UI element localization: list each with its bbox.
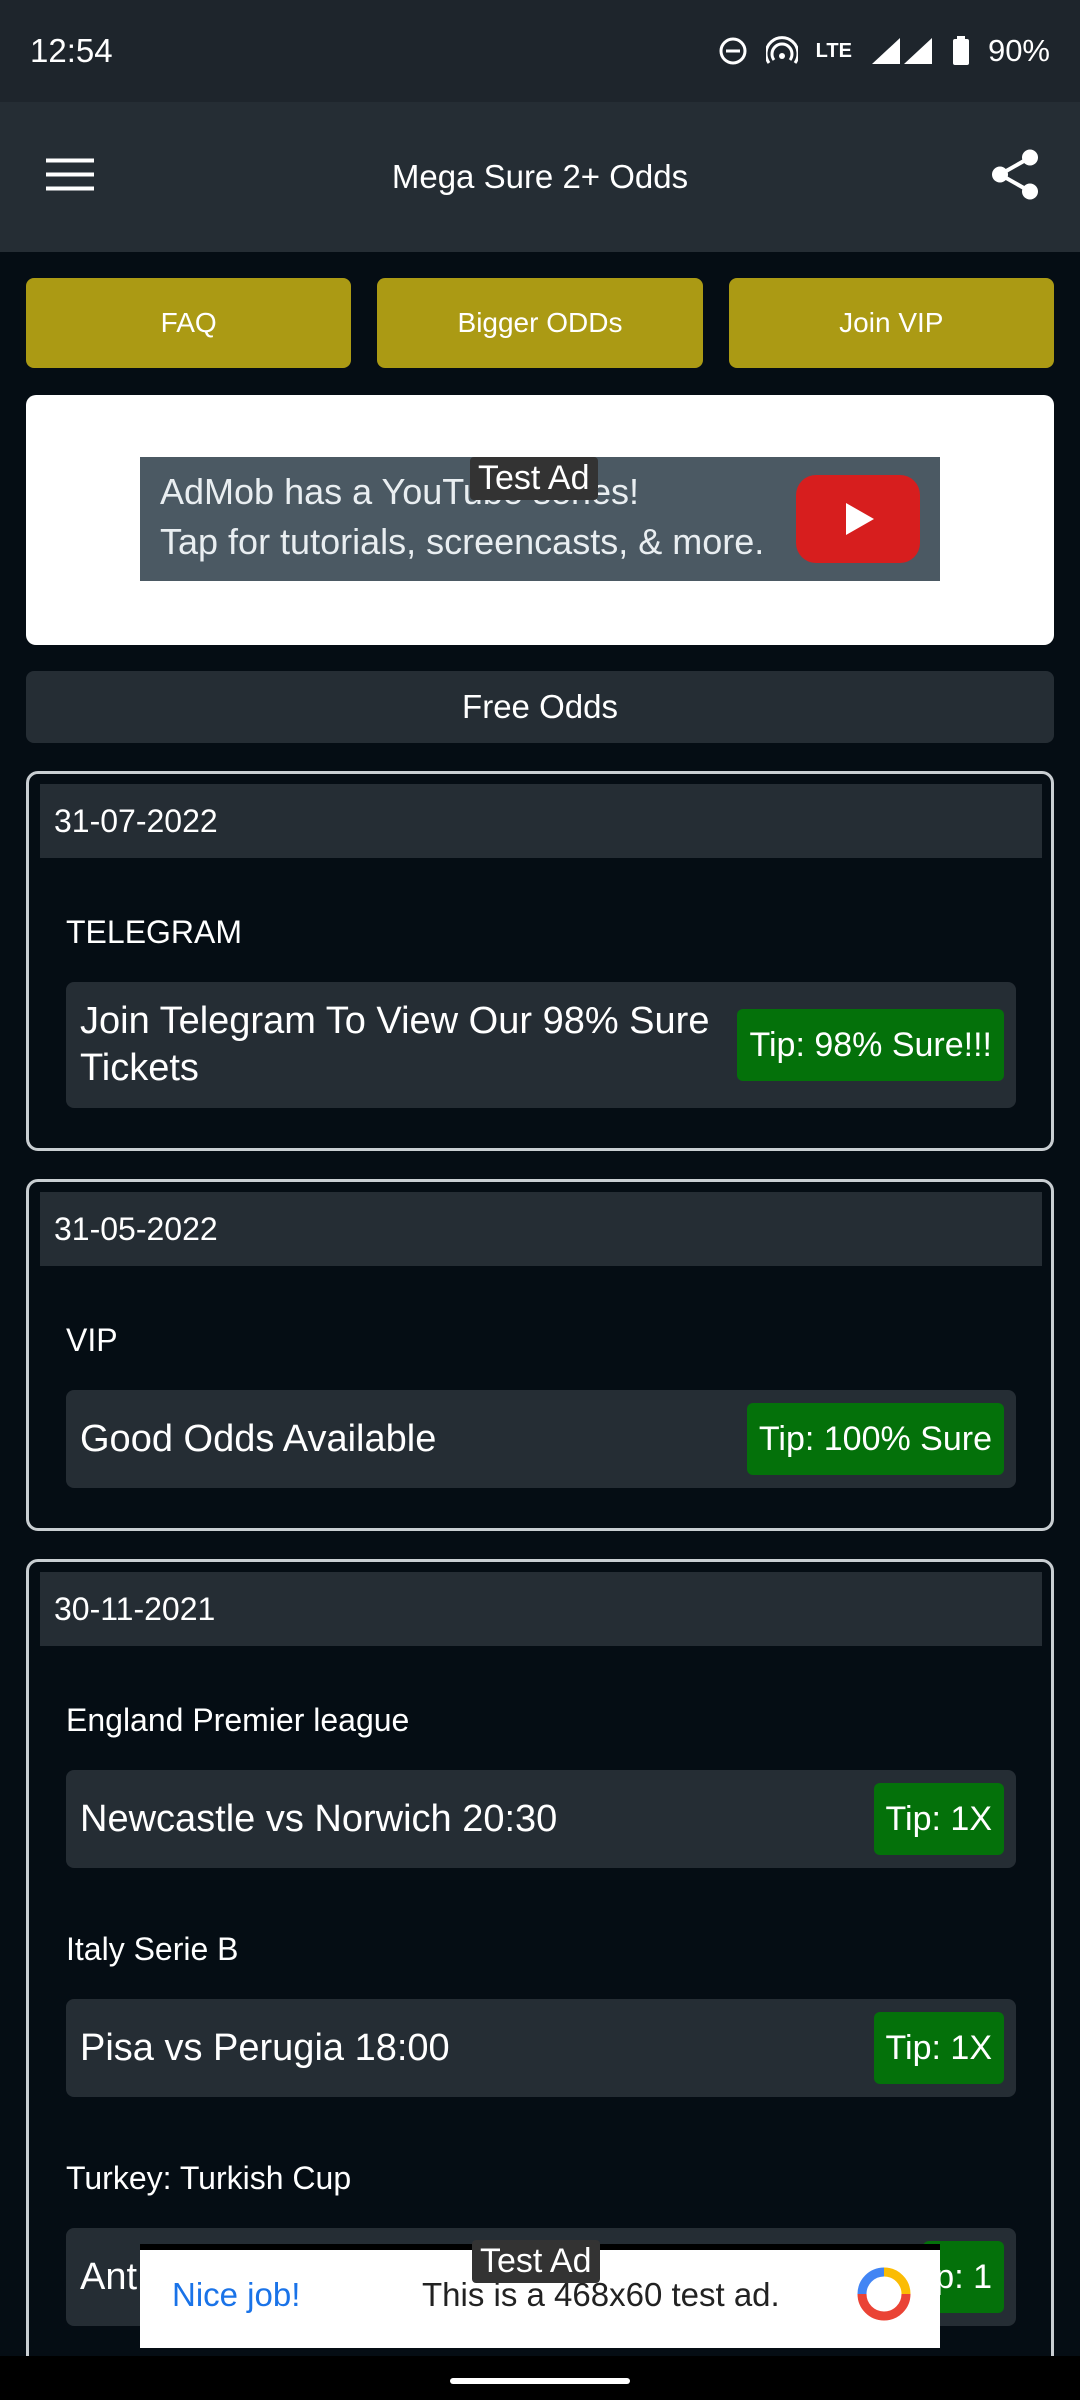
gesture-handle[interactable] <box>450 2378 630 2384</box>
tip-badge: Tip: 100% Sure <box>746 1403 1004 1475</box>
match-text: Ant <box>80 2256 138 2298</box>
league-label: VIP <box>66 1322 118 1358</box>
battery-icon <box>952 36 970 66</box>
navigation-bar <box>0 2356 1080 2400</box>
tip-badge: Tip: 98% Sure!!! <box>737 1009 1004 1081</box>
share-icon[interactable] <box>990 149 1040 206</box>
app-bar: Mega Sure 2+ Odds <box>0 102 1080 252</box>
join-vip-button[interactable]: Join VIP <box>728 278 1054 368</box>
match-row[interactable]: Newcastle vs Norwich 20:30 Tip: 1X <box>66 1770 1016 1868</box>
status-icons: LTE 90% <box>718 33 1050 69</box>
hotspot-icon <box>765 36 798 66</box>
league-label: Italy Serie B <box>66 1931 239 1967</box>
status-bar: 12:54 LTE 90% <box>0 0 1080 102</box>
test-ad-tag: Test Ad <box>472 2240 600 2283</box>
card-date: 30-11-2021 <box>40 1572 1042 1646</box>
match-text: Good Odds Available <box>80 1418 437 1460</box>
test-ad-tag: Test Ad <box>470 457 598 500</box>
ad-logo-icon <box>856 2266 912 2327</box>
do-not-disturb-icon <box>718 36 748 66</box>
app-title: Mega Sure 2+ Odds <box>391 158 689 195</box>
youtube-play-icon[interactable] <box>796 475 920 563</box>
free-odds-header: Free Odds <box>26 671 1054 743</box>
match-row[interactable]: Join Telegram To View Our 98% Sure Ticke… <box>66 982 1016 1108</box>
battery-percent: 90% <box>987 33 1050 68</box>
league-label: TELEGRAM <box>66 914 243 950</box>
faq-button[interactable]: FAQ <box>26 278 352 368</box>
match-text: Newcastle vs Norwich 20:30 <box>80 1798 558 1840</box>
ad-nice-job: Nice job! <box>172 2276 301 2313</box>
lte-icon: LTE <box>815 39 852 62</box>
card-date: 31-05-2022 <box>40 1192 1042 1266</box>
ad-line-2: Tap for tutorials, screencasts, & more. <box>160 521 765 562</box>
match-row[interactable]: Pisa vs Perugia 18:00 Tip: 1X <box>66 1999 1016 2097</box>
odds-card: 31-07-2022 TELEGRAM Join Telegram To Vie… <box>26 771 1054 1151</box>
league-label: Turkey: Turkish Cup <box>66 2160 352 2196</box>
match-text: Pisa vs Perugia 18:00 <box>80 2027 450 2069</box>
ad-card: AdMob has a YouTube series! Tap for tuto… <box>26 395 1054 645</box>
odds-card: 31-05-2022 VIP Good Odds Available Tip: … <box>26 1179 1054 1531</box>
league-label: England Premier league <box>66 1702 410 1738</box>
card-date: 31-07-2022 <box>40 784 1042 858</box>
match-row[interactable]: Good Odds Available Tip: 100% Sure <box>66 1390 1016 1488</box>
match-text: Join Telegram To View Our 98% Sure Ticke… <box>80 1000 710 1089</box>
status-time: 12:54 <box>30 32 113 69</box>
tip-badge: Tip: 1X <box>873 2012 1004 2084</box>
signal-icon <box>870 36 934 66</box>
hamburger-menu-icon[interactable] <box>46 157 94 198</box>
top-buttons: FAQ Bigger ODDs Join VIP <box>26 278 1054 368</box>
tip-badge: Tip: 1X <box>873 1783 1004 1855</box>
bigger-odds-button[interactable]: Bigger ODDs <box>377 278 703 368</box>
